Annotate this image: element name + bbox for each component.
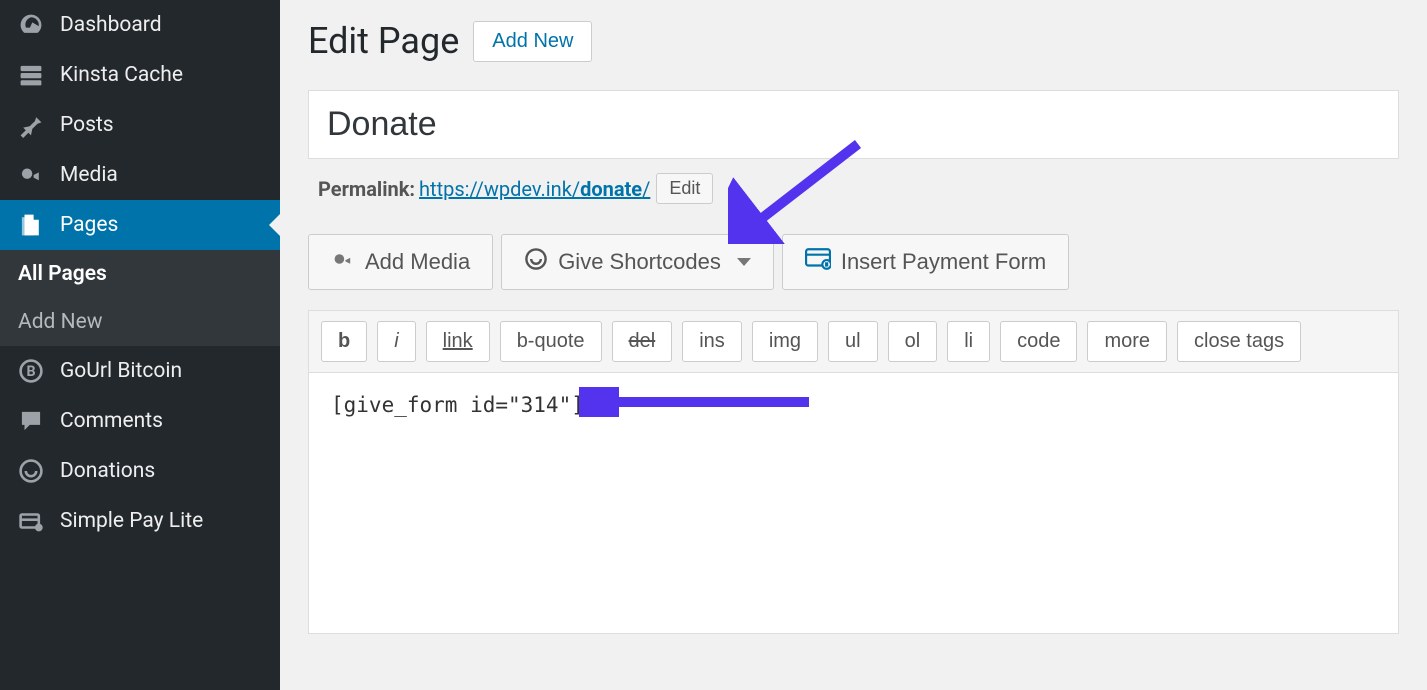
card-lock-icon — [16, 508, 46, 534]
edit-permalink-button[interactable]: Edit — [656, 173, 713, 204]
permalink-row: Permalink: https://wpdev.ink/donate/ Edi… — [308, 173, 1399, 204]
permalink-slug: donate — [580, 177, 642, 201]
editor-body[interactable]: [give_form id="314"] — [309, 373, 1398, 633]
permalink-trail: / — [642, 177, 650, 201]
sidebar-item-simple-pay-lite[interactable]: Simple Pay Lite — [0, 496, 280, 546]
qt-link[interactable]: link — [426, 321, 490, 362]
sidebar-item-gourl-bitcoin[interactable]: B GoUrl Bitcoin — [0, 346, 280, 396]
qt-bquote[interactable]: b-quote — [500, 321, 602, 362]
pin-icon — [16, 112, 46, 138]
qt-ol[interactable]: ol — [888, 321, 938, 362]
sidebar-item-label: Dashboard — [60, 13, 162, 37]
sidebar-item-label: Posts — [60, 113, 114, 137]
qt-italic[interactable]: i — [377, 321, 415, 362]
sidebar-item-dashboard[interactable]: Dashboard — [0, 0, 280, 50]
camera-icon — [331, 247, 355, 277]
qt-ul[interactable]: ul — [828, 321, 878, 362]
sidebar-submenu-pages: All Pages Add New — [0, 250, 280, 346]
sidebar-item-label: Comments — [60, 409, 163, 433]
page-header: Edit Page Add New — [308, 20, 1399, 62]
comment-icon — [16, 408, 46, 434]
sidebar-item-label: Simple Pay Lite — [60, 509, 203, 533]
page-title: Edit Page — [308, 20, 459, 62]
qt-li[interactable]: li — [947, 321, 990, 362]
sidebar-sub-all-pages[interactable]: All Pages — [0, 250, 280, 298]
add-media-button[interactable]: Add Media — [308, 234, 493, 290]
donations-icon — [16, 458, 46, 484]
sidebar-item-label: GoUrl Bitcoin — [60, 359, 182, 383]
permalink-base: https://wpdev.ink/ — [419, 177, 580, 201]
gauge-icon — [16, 12, 46, 38]
sidebar-item-comments[interactable]: Comments — [0, 396, 280, 446]
bitcoin-icon: B — [16, 358, 46, 384]
server-icon — [16, 62, 46, 88]
payment-form-icon — [805, 248, 831, 276]
annotation-arrow-bottom — [579, 387, 819, 417]
sidebar-item-label: Donations — [60, 459, 155, 483]
add-media-label: Add Media — [365, 249, 470, 275]
qt-close[interactable]: close tags — [1177, 321, 1301, 362]
add-new-button[interactable]: Add New — [473, 21, 592, 62]
sidebar-item-label: Media — [60, 163, 118, 187]
sidebar-item-kinsta-cache[interactable]: Kinsta Cache — [0, 50, 280, 100]
qt-img[interactable]: img — [752, 321, 818, 362]
give-shortcodes-label: Give Shortcodes — [558, 249, 721, 275]
give-icon — [524, 247, 548, 277]
sidebar-item-media[interactable]: Media — [0, 150, 280, 200]
pages-icon — [16, 212, 46, 238]
sidebar-item-label: Pages — [60, 213, 118, 237]
qt-code[interactable]: code — [1000, 321, 1077, 362]
qt-ins[interactable]: ins — [682, 321, 742, 362]
editor-toolbar: Add Media Give Shortcodes Insert Payment… — [308, 234, 1399, 290]
permalink-label: Permalink: — [318, 177, 415, 201]
qt-bold[interactable]: b — [321, 321, 367, 362]
chevron-down-icon — [737, 258, 751, 266]
give-shortcodes-button[interactable]: Give Shortcodes — [501, 234, 774, 290]
sidebar-sub-add-new[interactable]: Add New — [0, 298, 280, 346]
post-title-input[interactable] — [308, 90, 1399, 159]
insert-payment-label: Insert Payment Form — [841, 249, 1046, 275]
main-content: Edit Page Add New Permalink: https://wpd… — [280, 0, 1427, 690]
qt-more[interactable]: more — [1087, 321, 1167, 362]
insert-payment-form-button[interactable]: Insert Payment Form — [782, 234, 1069, 290]
sidebar-item-label: Kinsta Cache — [60, 63, 183, 87]
admin-sidebar: Dashboard Kinsta Cache Posts Media Pages… — [0, 0, 280, 690]
quicktags-row: b i link b-quote del ins img ul ol li co… — [309, 311, 1398, 373]
editor-panel: b i link b-quote del ins img ul ol li co… — [308, 310, 1399, 634]
sidebar-item-pages[interactable]: Pages — [0, 200, 280, 250]
qt-del[interactable]: del — [612, 321, 673, 362]
media-icon — [16, 162, 46, 188]
permalink-link[interactable]: https://wpdev.ink/donate/ — [419, 177, 650, 201]
editor-content: [give_form id="314"] — [331, 393, 584, 417]
sidebar-item-donations[interactable]: Donations — [0, 446, 280, 496]
svg-text:B: B — [26, 364, 35, 380]
sidebar-item-posts[interactable]: Posts — [0, 100, 280, 150]
